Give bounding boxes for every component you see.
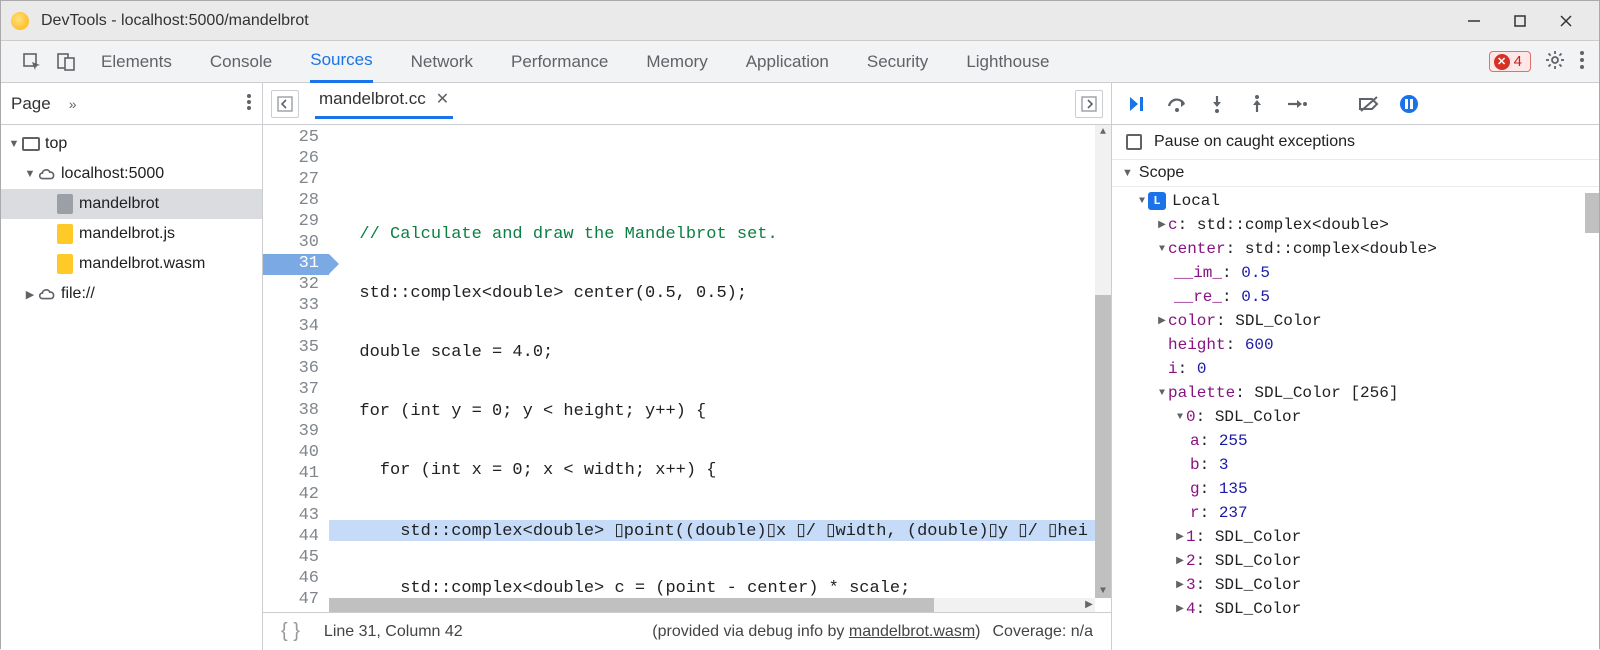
step-into-button[interactable] bbox=[1206, 93, 1228, 115]
tree-item-file-scheme[interactable]: ▶file:// bbox=[1, 279, 262, 309]
scope-var-height[interactable]: height: 600 bbox=[1112, 333, 1599, 357]
tab-elements[interactable]: Elements bbox=[101, 41, 172, 83]
coverage-label: Coverage: n/a bbox=[992, 623, 1093, 641]
editor-tab-mandelbrot-cc[interactable]: mandelbrot.cc ✕ bbox=[315, 89, 453, 119]
scope-label: Scope bbox=[1139, 164, 1184, 182]
settings-gear-icon[interactable] bbox=[1545, 50, 1565, 73]
tree-item-mandelbrot-js[interactable]: mandelbrot.js bbox=[1, 219, 262, 249]
sidebar-tab-page[interactable]: Page bbox=[11, 94, 51, 114]
scope-var-c[interactable]: ▶c: std::complex<double> bbox=[1112, 213, 1599, 237]
scope-var-center-im[interactable]: __im_: 0.5 bbox=[1112, 261, 1599, 285]
script-file-icon bbox=[57, 224, 73, 244]
scope-var-center[interactable]: ▼center: std::complex<double> bbox=[1112, 237, 1599, 261]
nav-history-icon[interactable] bbox=[271, 90, 299, 118]
pretty-print-icon[interactable]: { } bbox=[281, 620, 300, 643]
tab-close-icon[interactable]: ✕ bbox=[436, 89, 449, 109]
tree-item-host[interactable]: ▼localhost:5000 bbox=[1, 159, 262, 189]
scope-scrollbar[interactable] bbox=[1585, 193, 1599, 233]
resume-button[interactable] bbox=[1126, 93, 1148, 115]
tab-lighthouse[interactable]: Lighthouse bbox=[966, 41, 1049, 83]
document-icon bbox=[57, 194, 73, 214]
scope-var-palette-3[interactable]: ▶3: SDL_Color bbox=[1112, 573, 1599, 597]
minimize-button[interactable] bbox=[1451, 1, 1497, 41]
line-gutter: 252627282930 31 323334353637383940414243… bbox=[263, 125, 329, 612]
sidebar-more-tabs-icon[interactable]: » bbox=[69, 96, 77, 112]
scope-section-header[interactable]: ▼Scope bbox=[1112, 160, 1599, 187]
step-button[interactable] bbox=[1286, 93, 1308, 115]
debug-info-link[interactable]: mandelbrot.wasm bbox=[849, 623, 975, 640]
debugger-toolbar bbox=[1112, 83, 1599, 125]
scope-var-color[interactable]: ▶color: SDL_Color bbox=[1112, 309, 1599, 333]
tab-application[interactable]: Application bbox=[746, 41, 829, 83]
devtools-toolbar: Elements Console Sources Network Perform… bbox=[1, 41, 1599, 83]
scope-var-palette-0-a[interactable]: a: 255 bbox=[1112, 429, 1599, 453]
cloud-icon bbox=[37, 286, 57, 302]
scope-var-center-re[interactable]: __re_: 0.5 bbox=[1112, 285, 1599, 309]
tab-console[interactable]: Console bbox=[210, 41, 272, 83]
scope-var-i[interactable]: i: 0 bbox=[1112, 357, 1599, 381]
debugger-panel: Pause on caught exceptions ▼Scope ▼LLoca… bbox=[1111, 83, 1599, 650]
error-count-badge[interactable]: ✕ 4 bbox=[1489, 51, 1531, 72]
editor-panel: mandelbrot.cc ✕ 252627282930 31 32333435… bbox=[263, 83, 1111, 650]
checkbox-icon bbox=[1126, 134, 1142, 150]
scope-local[interactable]: ▼LLocal bbox=[1112, 189, 1599, 213]
window-titlebar: DevTools - localhost:5000/mandelbrot bbox=[1, 1, 1599, 41]
close-button[interactable] bbox=[1543, 1, 1589, 41]
pause-on-exceptions-button[interactable] bbox=[1398, 93, 1420, 115]
device-toolbar-icon[interactable] bbox=[49, 41, 83, 83]
scope-var-palette-0-r[interactable]: r: 237 bbox=[1112, 501, 1599, 525]
sources-sidebar: Page » ▼top ▼localhost:5000 mandelbrot m… bbox=[1, 83, 263, 650]
deactivate-breakpoints-button[interactable] bbox=[1358, 93, 1380, 115]
scope-var-palette-0[interactable]: ▼0: SDL_Color bbox=[1112, 405, 1599, 429]
maximize-button[interactable] bbox=[1497, 1, 1543, 41]
local-badge-icon: L bbox=[1148, 192, 1166, 210]
scope-var-palette[interactable]: ▼palette: SDL_Color [256] bbox=[1112, 381, 1599, 405]
code-editor[interactable]: 252627282930 31 323334353637383940414243… bbox=[263, 125, 1111, 612]
more-menu-icon[interactable] bbox=[1579, 50, 1585, 73]
scope-var-palette-2[interactable]: ▶2: SDL_Color bbox=[1112, 549, 1599, 573]
step-out-button[interactable] bbox=[1246, 93, 1268, 115]
tree-item-top[interactable]: ▼top bbox=[1, 129, 262, 159]
scope-var-palette-4[interactable]: ▶4: SDL_Color bbox=[1112, 597, 1599, 621]
code-body: // Calculate and draw the Mandelbrot set… bbox=[329, 125, 1111, 612]
tree-item-mandelbrot[interactable]: mandelbrot bbox=[1, 189, 262, 219]
file-tree: ▼top ▼localhost:5000 mandelbrot mandelbr… bbox=[1, 125, 262, 313]
vertical-scrollbar[interactable]: ▲▼ bbox=[1095, 125, 1111, 598]
tab-sources[interactable]: Sources bbox=[310, 41, 372, 83]
pause-on-caught-checkbox[interactable]: Pause on caught exceptions bbox=[1112, 125, 1599, 160]
editor-statusbar: { } Line 31, Column 42 (provided via deb… bbox=[263, 612, 1111, 650]
scope-tree: ▼LLocal ▶c: std::complex<double> ▼center… bbox=[1112, 187, 1599, 650]
inspect-element-icon[interactable] bbox=[15, 41, 49, 83]
devtools-logo-icon bbox=[11, 12, 29, 30]
pause-on-caught-label: Pause on caught exceptions bbox=[1154, 133, 1355, 151]
cursor-position: Line 31, Column 42 bbox=[324, 623, 463, 641]
window-frame-icon bbox=[22, 137, 40, 151]
window-title: DevTools - localhost:5000/mandelbrot bbox=[41, 12, 309, 30]
tab-network[interactable]: Network bbox=[411, 41, 473, 83]
cloud-icon bbox=[37, 166, 57, 182]
scope-var-palette-0-b[interactable]: b: 3 bbox=[1112, 453, 1599, 477]
scope-var-palette-0-g[interactable]: g: 135 bbox=[1112, 477, 1599, 501]
toggle-navigator-icon[interactable] bbox=[1075, 90, 1103, 118]
tab-performance[interactable]: Performance bbox=[511, 41, 608, 83]
editor-tab-label: mandelbrot.cc bbox=[319, 89, 426, 109]
error-count: 4 bbox=[1514, 53, 1522, 70]
script-file-icon bbox=[57, 254, 73, 274]
tree-item-mandelbrot-wasm[interactable]: mandelbrot.wasm bbox=[1, 249, 262, 279]
sidebar-menu-icon[interactable] bbox=[246, 93, 252, 114]
step-over-button[interactable] bbox=[1166, 93, 1188, 115]
error-icon: ✕ bbox=[1494, 54, 1510, 70]
horizontal-scrollbar[interactable]: ◀▶ bbox=[329, 598, 1095, 612]
tab-security[interactable]: Security bbox=[867, 41, 928, 83]
debug-info: (provided via debug info by mandelbrot.w… bbox=[652, 623, 980, 641]
scope-var-palette-1[interactable]: ▶1: SDL_Color bbox=[1112, 525, 1599, 549]
panel-tabs: Elements Console Sources Network Perform… bbox=[101, 41, 1050, 83]
tab-memory[interactable]: Memory bbox=[646, 41, 707, 83]
